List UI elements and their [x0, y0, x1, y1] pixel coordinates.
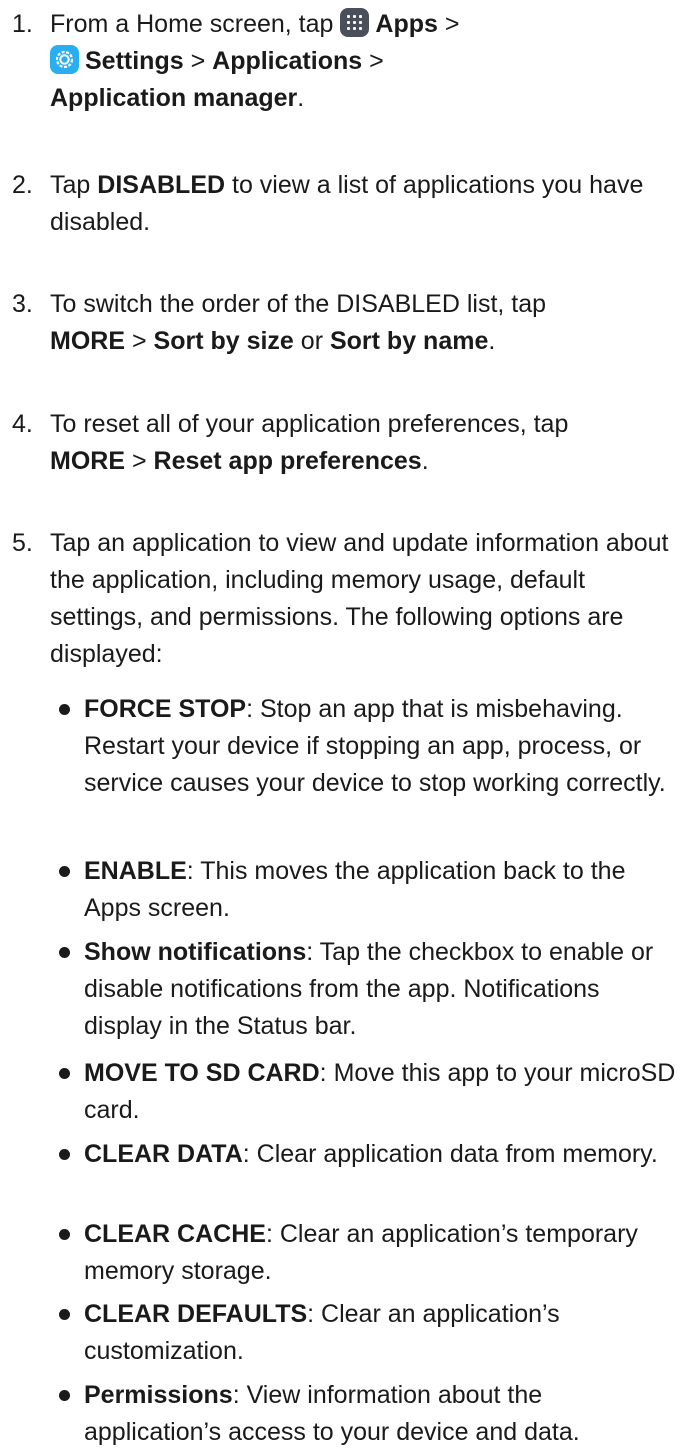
step-number: 5. [12, 529, 33, 557]
step-text-segment: To reset all of your application prefere… [50, 410, 569, 438]
option-term: Permissions [84, 1381, 233, 1409]
option-text: FORCE STOP: Stop an app that is misbehav… [84, 691, 682, 802]
step-number: 1. [12, 10, 33, 38]
bullet-dot [59, 947, 70, 958]
step-text: To reset all of your application prefere… [50, 406, 682, 480]
bullet-dot [59, 1309, 70, 1320]
option-text: Show notifications: Tap the checkbox to … [84, 934, 682, 1045]
step-text-segment: To switch the order of the DISABLED list… [50, 290, 547, 318]
step-number: 4. [12, 410, 33, 438]
option-term: Show notifications [84, 938, 307, 966]
step-text: From a Home screen, tap Apps > Settings … [50, 6, 682, 117]
applications-label: Applications [212, 47, 363, 75]
period: . [488, 327, 496, 355]
disabled-label: DISABLED [97, 171, 226, 199]
separator: > [444, 10, 460, 38]
step-text: Tap DISABLED to view a list of applicati… [50, 167, 682, 241]
instructions-document: 1. From a Home screen, tap Apps > Settin… [0, 0, 683, 1446]
step-text: To switch the order of the DISABLED list… [50, 286, 682, 360]
more-label: MORE [50, 447, 125, 475]
bullet-dot [59, 1229, 70, 1240]
option-term: CLEAR DEFAULTS [84, 1300, 308, 1328]
separator: > [131, 327, 147, 355]
option-text: CLEAR DATA: Clear application data from … [84, 1136, 682, 1173]
option-text: ENABLE: This moves the application back … [84, 853, 682, 927]
separator: > [131, 447, 147, 475]
step-text: Tap an application to view and update in… [50, 529, 669, 668]
period: . [297, 84, 305, 112]
option-term: FORCE STOP [84, 695, 247, 723]
option-term: CLEAR CACHE [84, 1220, 266, 1248]
bullet-dot [59, 1149, 70, 1160]
option-text: Permissions: View information about the … [84, 1377, 682, 1451]
settings-gear-icon [50, 45, 79, 74]
option-term: MOVE TO SD CARD [84, 1059, 320, 1087]
step-text-segment: or [300, 327, 324, 355]
option-term: ENABLE [84, 857, 187, 885]
option-description: : Clear application data from memory. [242, 1140, 658, 1168]
bullet-dot [59, 866, 70, 877]
option-text: CLEAR CACHE: Clear an application’s temp… [84, 1216, 682, 1290]
option-text: MOVE TO SD CARD: Move this app to your m… [84, 1055, 682, 1129]
bullet-dot [59, 704, 70, 715]
option-text: CLEAR DEFAULTS: Clear an application’s c… [84, 1296, 682, 1370]
sort-by-size-label: Sort by size [153, 327, 294, 355]
period: . [421, 447, 429, 475]
sort-by-name-label: Sort by name [329, 327, 489, 355]
step-text-segment: Tap [50, 171, 91, 199]
more-label: MORE [50, 327, 125, 355]
separator: > [190, 47, 206, 75]
application-manager-label: Application manager [50, 84, 298, 112]
separator: > [369, 47, 384, 75]
step-number: 2. [12, 171, 33, 199]
settings-label: Settings [85, 47, 184, 75]
option-term: CLEAR DATA [84, 1140, 243, 1168]
step-text-segment: From a Home screen, tap [50, 10, 334, 38]
step-number: 3. [12, 290, 33, 318]
reset-app-preferences-label: Reset app preferences [153, 447, 422, 475]
apps-grid-icon [340, 8, 370, 37]
bullet-dot [59, 1390, 70, 1401]
apps-label: Apps [375, 10, 438, 38]
bullet-dot [59, 1068, 70, 1079]
